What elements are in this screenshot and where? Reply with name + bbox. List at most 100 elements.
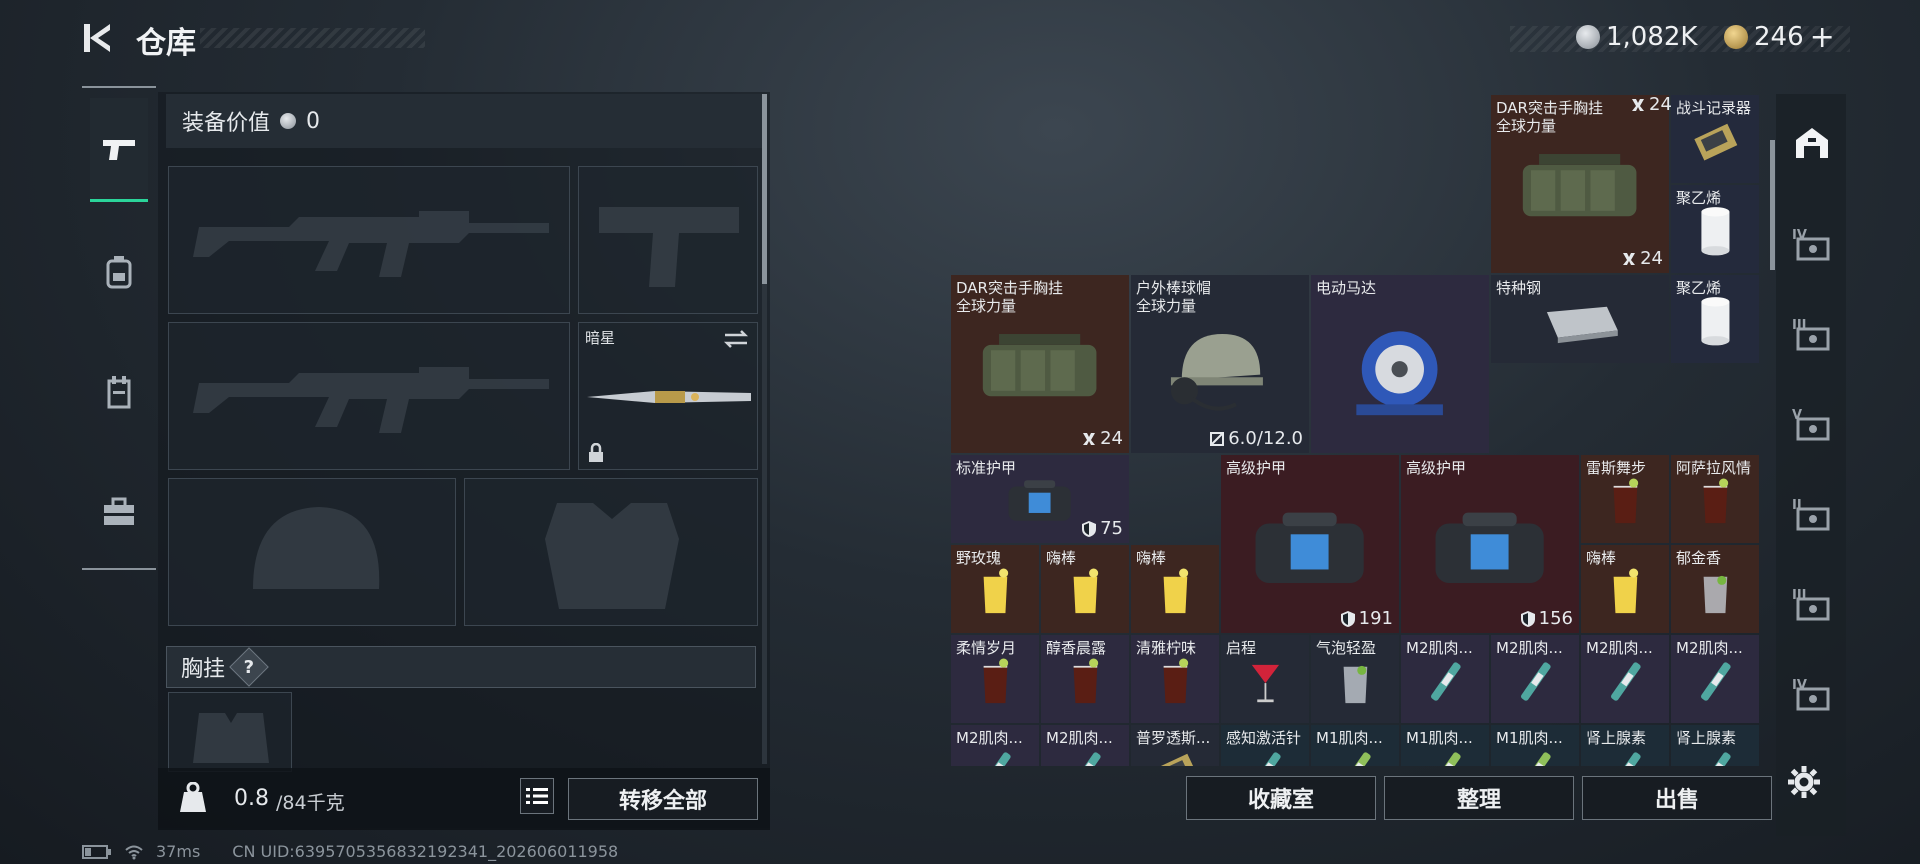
item-name: 聚乙烯 — [1676, 279, 1722, 297]
inventory-item[interactable]: 电动马达 — [1311, 275, 1489, 453]
inventory-item[interactable]: 普罗透斯... — [1131, 725, 1219, 766]
bag-image — [1523, 154, 1637, 217]
inventory-item[interactable]: M1肌肉... — [1311, 725, 1399, 766]
safe-level: IV — [1792, 228, 1807, 243]
inventory-item[interactable]: 感知激活针 — [1221, 725, 1309, 766]
inventory-item[interactable]: 气泡轻盈 — [1311, 635, 1399, 723]
back-arrow-icon[interactable] — [80, 18, 120, 58]
item-art — [1052, 744, 1119, 766]
secondary-weapon-slot[interactable] — [168, 322, 570, 470]
inventory-item[interactable]: 标准护甲 75 — [951, 455, 1129, 543]
item-art — [1682, 114, 1749, 169]
injector-image — [1610, 752, 1641, 766]
item-badge-value: 191 — [1358, 608, 1393, 629]
inventory-item[interactable]: 野玫瑰 — [951, 545, 1039, 633]
inventory-item[interactable]: 嗨棒 — [1131, 545, 1219, 633]
item-name: 户外棒球帽 全球力量 — [1136, 279, 1212, 315]
inventory-item[interactable]: 启程 — [1221, 635, 1309, 723]
item-art — [1322, 744, 1389, 766]
inventory-item[interactable]: 聚乙烯 — [1671, 275, 1759, 363]
chest-rig-slot[interactable] — [168, 692, 292, 772]
pistol-slot[interactable] — [578, 166, 758, 314]
inventory-item[interactable]: M2肌肉... — [951, 725, 1039, 766]
inventory-item[interactable]: 聚乙烯 — [1671, 185, 1759, 273]
inventory-item[interactable]: 柔情岁月 — [951, 635, 1039, 723]
inventory-item[interactable]: 郁金香 — [1671, 545, 1759, 633]
item-art — [1052, 654, 1119, 709]
item-badge: 6.0/12.0 — [1209, 428, 1303, 449]
storage-tab[interactable]: III — [1786, 316, 1838, 356]
swap-icon[interactable] — [723, 329, 749, 349]
inventory-item[interactable]: M1肌肉... — [1401, 725, 1489, 766]
inventory-item[interactable]: 阿萨拉风情 — [1671, 455, 1759, 543]
item-badge-value: 24 — [1640, 248, 1663, 269]
item-art — [962, 654, 1029, 709]
drink-image — [1073, 658, 1098, 704]
inventory-item[interactable]: 醇香晨露 — [1041, 635, 1129, 723]
storage-tab[interactable]: IV — [1786, 676, 1838, 716]
item-name: DAR突击手胸挂 全球力量 — [1496, 99, 1603, 135]
inventory-item[interactable]: M1肌肉... — [1491, 725, 1579, 766]
loadout-scrollbar[interactable] — [762, 94, 767, 764]
inventory-item[interactable]: 肾上腺素 — [1581, 725, 1669, 766]
inventory-item[interactable]: M2肌肉... — [1401, 635, 1489, 723]
inventory-item[interactable]: 战斗记录器 — [1671, 95, 1759, 183]
melee-slot[interactable]: 暗星 — [578, 322, 758, 470]
injector-image — [1430, 662, 1461, 702]
inventory-item[interactable]: 特种钢 — [1491, 275, 1669, 363]
inventory-item[interactable]: 雷斯舞步 — [1581, 455, 1669, 543]
storage-tab[interactable]: II — [1786, 496, 1838, 536]
gold-currency[interactable]: 246 + — [1724, 20, 1835, 55]
storage-tab[interactable]: IV — [1786, 226, 1838, 266]
stack-icon — [1083, 432, 1096, 445]
sidebar-item-vest[interactable] — [90, 340, 148, 444]
sidebar-item-weapons[interactable] — [90, 98, 148, 202]
list-view-button[interactable] — [520, 778, 554, 814]
inventory-item[interactable]: DAR突击手胸挂 全球力量 24 — [951, 275, 1129, 453]
inventory-item[interactable]: 清雅柠味 — [1131, 635, 1219, 723]
item-art — [1412, 654, 1479, 709]
gold-currency-value: 246 — [1754, 22, 1804, 52]
item-art — [1512, 134, 1647, 244]
inventory-item[interactable]: DAR突击手胸挂 全球力量 24 — [1491, 95, 1669, 273]
injector-image — [980, 752, 1011, 766]
help-icon[interactable]: ? — [229, 647, 269, 687]
inventory-item[interactable]: M2肌肉... — [1041, 725, 1129, 766]
primary-weapon-slot[interactable] — [168, 166, 570, 314]
item-badge: 75 — [1081, 518, 1123, 539]
inventory-item[interactable]: M2肌肉... — [1581, 635, 1669, 723]
storage-tab[interactable]: V — [1786, 406, 1838, 446]
helmet-slot[interactable] — [168, 478, 456, 626]
item-name: 普罗透斯... — [1136, 729, 1211, 747]
sidebar-item-case[interactable] — [90, 460, 148, 564]
item-badge: 24 — [1081, 428, 1123, 449]
storage-tab[interactable]: III — [1786, 586, 1838, 626]
add-currency-button[interactable]: + — [1810, 20, 1835, 55]
item-art — [1512, 294, 1647, 349]
sell-button[interactable]: 出售 — [1582, 776, 1772, 820]
inventory-item[interactable]: M2肌肉... — [1491, 635, 1579, 723]
collection-room-button[interactable]: 收藏室 — [1186, 776, 1376, 820]
inventory-item[interactable]: M2肌肉... — [1671, 635, 1759, 723]
inventory-item[interactable]: 嗨棒 — [1041, 545, 1129, 633]
sidebar-item-backpack[interactable] — [90, 220, 148, 324]
shield-icon — [1082, 520, 1097, 537]
ping-readout: 37ms — [156, 842, 201, 861]
organize-button[interactable]: 整理 — [1384, 776, 1574, 820]
armor-slot[interactable] — [464, 478, 758, 626]
item-name: M1肌肉... — [1496, 729, 1563, 747]
item-art — [1332, 314, 1467, 424]
top-bar: 仓库 1,082K 246 + — [0, 0, 1920, 80]
inventory-item[interactable]: 高级护甲 191 — [1221, 455, 1399, 633]
inventory-item[interactable]: 肾上腺素 — [1671, 725, 1759, 766]
item-art — [962, 744, 1029, 766]
transfer-all-button[interactable]: 转移全部 — [568, 778, 758, 820]
settings-gear-icon[interactable] — [1786, 764, 1822, 800]
inventory-item[interactable]: 高级护甲 156 — [1401, 455, 1579, 633]
inventory-item[interactable]: 户外棒球帽 全球力量 6.0/12.0 — [1131, 275, 1309, 453]
injector-image — [1430, 752, 1461, 766]
inventory-scrollbar[interactable] — [1770, 140, 1775, 270]
storage-tab[interactable] — [1786, 122, 1838, 162]
cocktail-image — [1251, 665, 1279, 703]
inventory-item[interactable]: 嗨棒 — [1581, 545, 1669, 633]
